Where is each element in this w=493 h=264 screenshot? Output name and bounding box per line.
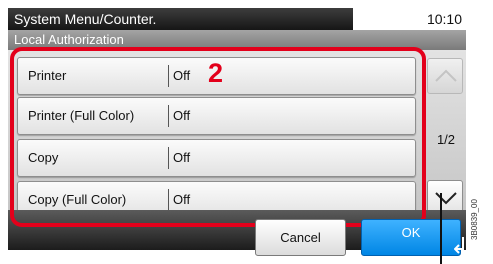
setting-value: Off xyxy=(173,150,191,165)
step-callout: 2 xyxy=(208,58,224,88)
row-divider xyxy=(168,147,169,169)
pointer-line xyxy=(440,193,442,264)
enter-icon xyxy=(454,237,464,254)
cancel-button[interactable]: Cancel xyxy=(255,219,346,256)
page-title: System Menu/Counter. xyxy=(8,8,353,30)
row-divider xyxy=(168,189,169,211)
scroll-up-button[interactable] xyxy=(427,58,463,94)
setting-row-printer-full-color[interactable]: Printer (Full Color) Off xyxy=(17,97,416,135)
setting-row-copy[interactable]: Copy Off xyxy=(17,139,416,177)
figure-id: 3B0839_00 xyxy=(470,199,479,240)
row-divider xyxy=(168,65,169,87)
setting-value: Off xyxy=(173,108,191,123)
chevron-up-icon xyxy=(435,69,457,82)
page-indicator: 1/2 xyxy=(436,132,456,147)
setting-label: Printer xyxy=(28,68,67,83)
ok-button[interactable]: OK xyxy=(361,219,461,256)
setting-value: Off xyxy=(173,68,191,83)
row-divider xyxy=(168,105,169,127)
scrollbar: 1/2 xyxy=(426,50,466,216)
chevron-down-icon xyxy=(435,192,457,205)
setting-label: Copy xyxy=(28,150,59,165)
breadcrumb: Local Authorization xyxy=(8,30,466,50)
clock: 10:10 xyxy=(353,8,466,30)
setting-label: Printer (Full Color) xyxy=(28,108,135,123)
panel-screen: System Menu/Counter. 10:10 Local Authori… xyxy=(0,0,466,250)
title-bar: System Menu/Counter. 10:10 xyxy=(8,8,466,30)
